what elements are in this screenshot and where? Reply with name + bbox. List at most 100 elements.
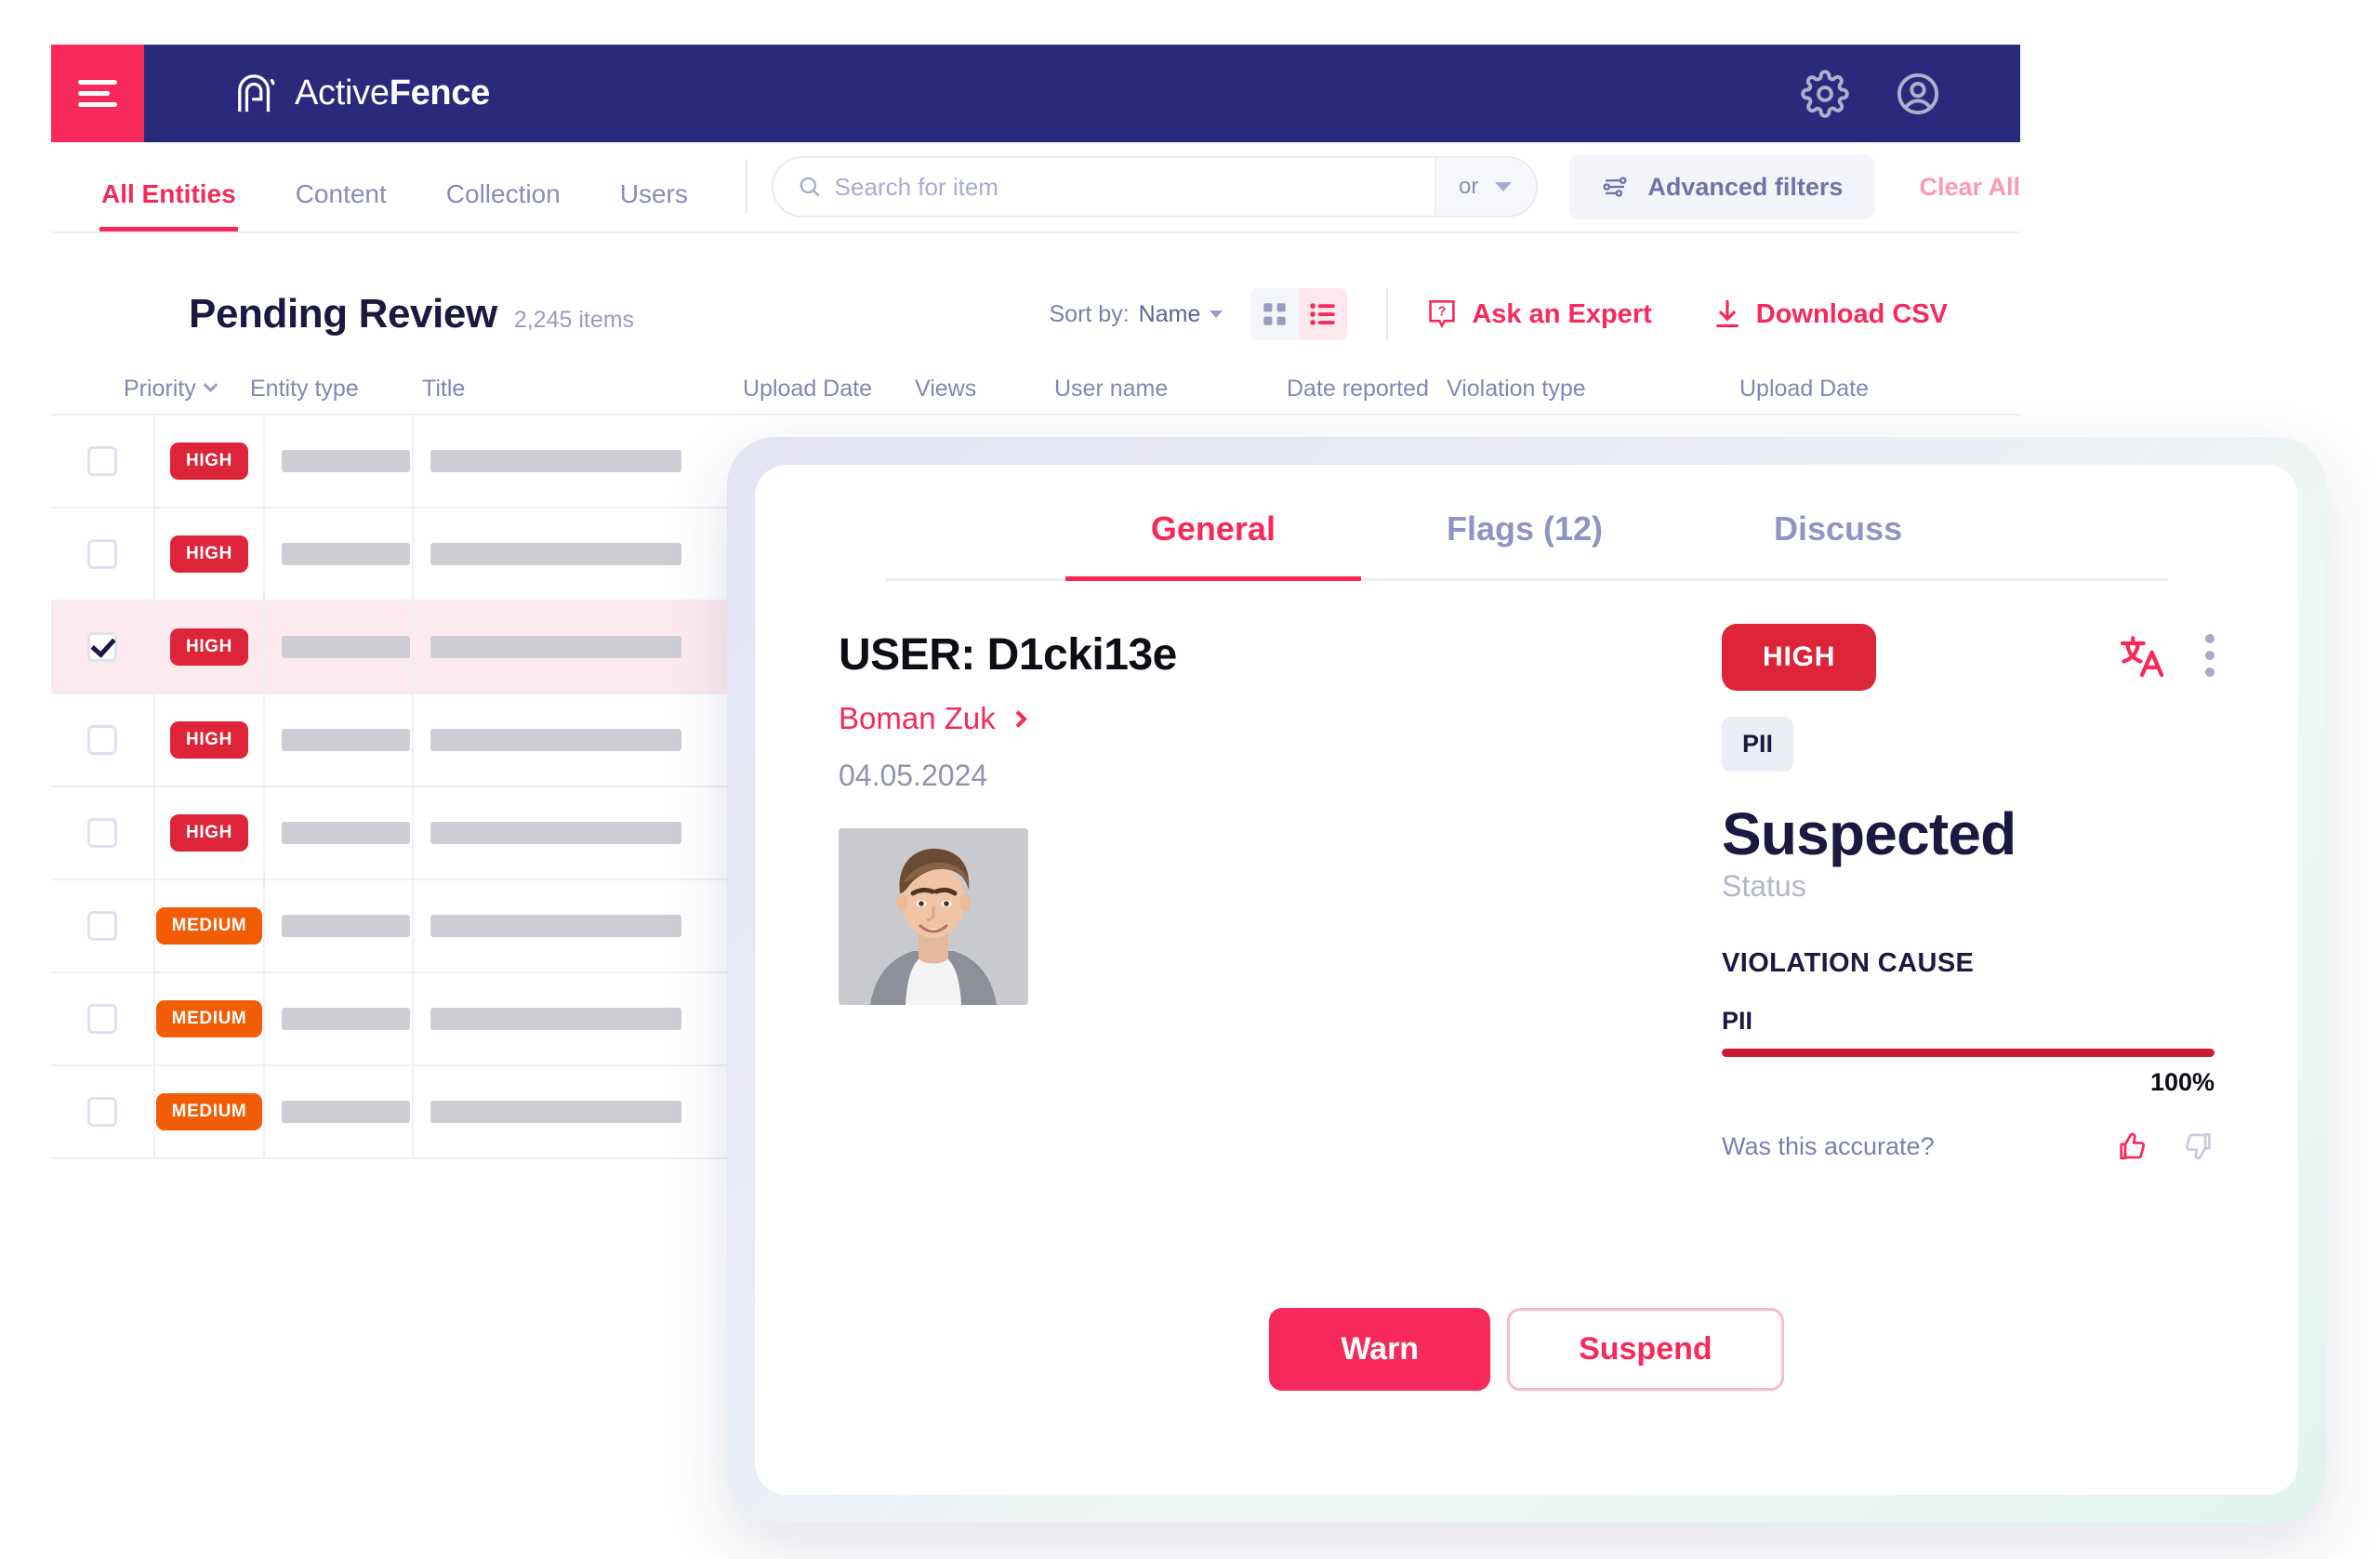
search-placeholder: Search for item (834, 172, 998, 201)
clear-all-button[interactable]: Clear All (1919, 173, 2020, 202)
item-count: 2,245 items (513, 306, 635, 333)
column-header-views[interactable]: Views (915, 376, 1054, 403)
thumbs-up-icon[interactable] (2116, 1130, 2148, 1162)
column-header-priority[interactable]: Priority (124, 376, 250, 403)
download-arrow-icon (1715, 299, 1739, 327)
priority-badge: HIGH (170, 443, 248, 480)
detail-left-column: USER: D1cki13e Boman Zuk 04.05.2024 (839, 581, 1722, 1162)
row-checkbox-cell (51, 601, 155, 693)
detail-user-profile-link[interactable]: Boman Zuk (839, 701, 1722, 736)
detail-card: General Flags (12) Discuss USER: D1cki13… (755, 465, 2298, 1495)
advanced-filters-button[interactable]: Advanced filters (1569, 154, 1875, 219)
placeholder-bar (430, 1101, 681, 1123)
row-checkbox[interactable] (87, 911, 117, 941)
row-checkbox[interactable] (87, 539, 117, 569)
sort-by-value: Name (1138, 300, 1201, 327)
column-header-entity-type[interactable]: Entity type (250, 376, 422, 403)
row-checkbox-cell (51, 416, 155, 507)
suspend-button[interactable]: Suspend (1507, 1308, 1784, 1391)
placeholder-bar (282, 915, 410, 937)
sort-by-control[interactable]: Sort by: Name (1050, 301, 1223, 328)
page-header: Pending Review 2,245 items Sort by: Name (51, 233, 2020, 341)
column-header-date-reported[interactable]: Date reported (1287, 376, 1447, 403)
row-checkbox-cell (51, 880, 155, 971)
row-checkbox[interactable] (87, 1004, 117, 1034)
detail-icon-actions (2118, 624, 2215, 680)
column-header-upload-date[interactable]: Upload Date (743, 376, 915, 403)
accuracy-question: Was this accurate? (1722, 1131, 1935, 1160)
priority-badge: HIGH (170, 721, 248, 759)
kebab-menu-icon[interactable] (2205, 634, 2215, 677)
entity-type-cell (265, 509, 414, 600)
ask-an-expert-button[interactable]: ? Ask an Expert (1427, 298, 1652, 330)
detail-body: USER: D1cki13e Boman Zuk 04.05.2024 HIGH… (755, 581, 2298, 1162)
user-circle-icon[interactable] (1894, 70, 1942, 118)
entity-type-cell (265, 880, 414, 971)
translate-icon[interactable] (2118, 631, 2166, 680)
search-operator-select[interactable]: or (1435, 158, 1537, 216)
nav-tab-content[interactable]: Content (266, 179, 416, 231)
sort-by-label: Sort by: (1049, 300, 1130, 327)
page-title: Pending Review (189, 291, 497, 337)
check-icon (89, 631, 116, 658)
placeholder-bar (430, 822, 681, 844)
page-header-actions: Sort by: Name ? Ask an Expert Download C… (1050, 288, 2021, 340)
nav-tab-users[interactable]: Users (590, 179, 718, 231)
detail-right-column: HIGH PII Suspected Status VIOLATION CAUS… (1722, 581, 2215, 1162)
entity-type-cell (265, 973, 414, 1064)
placeholder-bar (282, 543, 410, 565)
priority-badge: HIGH (170, 628, 248, 666)
entity-type-cell (265, 1066, 414, 1157)
grid-view-button[interactable] (1250, 288, 1300, 340)
user-avatar-photo (839, 828, 1028, 1005)
gear-icon[interactable] (1801, 69, 1849, 118)
download-csv-button[interactable]: Download CSV (1713, 298, 1948, 330)
entity-type-cell (265, 416, 414, 507)
ask-an-expert-label: Ask an Expert (1472, 298, 1652, 329)
nav-tab-all-entities[interactable]: All Entities (72, 179, 266, 231)
search-input[interactable]: Search for item (774, 158, 1435, 216)
toolbar-divider (745, 160, 747, 214)
thumbs-down-icon[interactable] (2183, 1130, 2215, 1162)
column-header-upload-date-2[interactable]: Upload Date (1739, 376, 1869, 403)
chevron-down-icon (1495, 182, 1513, 192)
column-header-title[interactable]: Title (422, 376, 743, 403)
placeholder-bar (282, 729, 410, 751)
row-checkbox[interactable] (87, 446, 117, 476)
priority-cell: HIGH (155, 787, 265, 879)
brand-logo[interactable]: ActiveFence (144, 45, 490, 142)
tab-flags[interactable]: Flags (12) (1361, 509, 1688, 578)
main-nav-tabs: All Entities Content Collection Users (51, 142, 718, 231)
row-checkbox[interactable] (87, 631, 117, 662)
tab-general[interactable]: General (1064, 509, 1362, 581)
row-checkbox[interactable] (87, 1097, 117, 1127)
tab-discuss[interactable]: Discuss (1688, 509, 1988, 578)
question-box-icon: ? (1429, 299, 1456, 329)
detail-priority-row: HIGH (1722, 624, 2215, 691)
placeholder-bar (282, 1101, 410, 1123)
violation-cause-title: VIOLATION CAUSE (1722, 948, 1975, 979)
priority-badge: HIGH (170, 535, 248, 573)
placeholder-bar (430, 915, 681, 937)
violation-cause-value: PII (1722, 1007, 1753, 1036)
nav-tab-collection[interactable]: Collection (416, 179, 590, 231)
placeholder-bar (430, 1008, 681, 1030)
search-bar[interactable]: Search for item or (771, 156, 1539, 218)
svg-text:?: ? (1438, 304, 1447, 319)
row-checkbox[interactable] (87, 725, 117, 755)
search-icon (800, 177, 820, 197)
menu-toggle-button[interactable] (51, 45, 144, 142)
view-mode-toggle (1250, 288, 1348, 340)
accuracy-buttons (2116, 1130, 2215, 1162)
list-view-button[interactable] (1299, 288, 1348, 340)
column-header-user-name[interactable]: User name (1054, 376, 1287, 403)
placeholder-bar (282, 822, 410, 844)
warn-button[interactable]: Warn (1269, 1308, 1491, 1391)
priority-badge: MEDIUM (155, 907, 263, 945)
detail-status-label: Status (1722, 869, 1806, 904)
row-checkbox[interactable] (87, 818, 117, 848)
hamburger-menu-icon (78, 73, 117, 113)
column-header-violation-type[interactable]: Violation type (1447, 376, 1739, 403)
filter-toolbar: All Entities Content Collection Users Se… (51, 142, 2020, 233)
activefence-arch-logo (238, 73, 275, 112)
